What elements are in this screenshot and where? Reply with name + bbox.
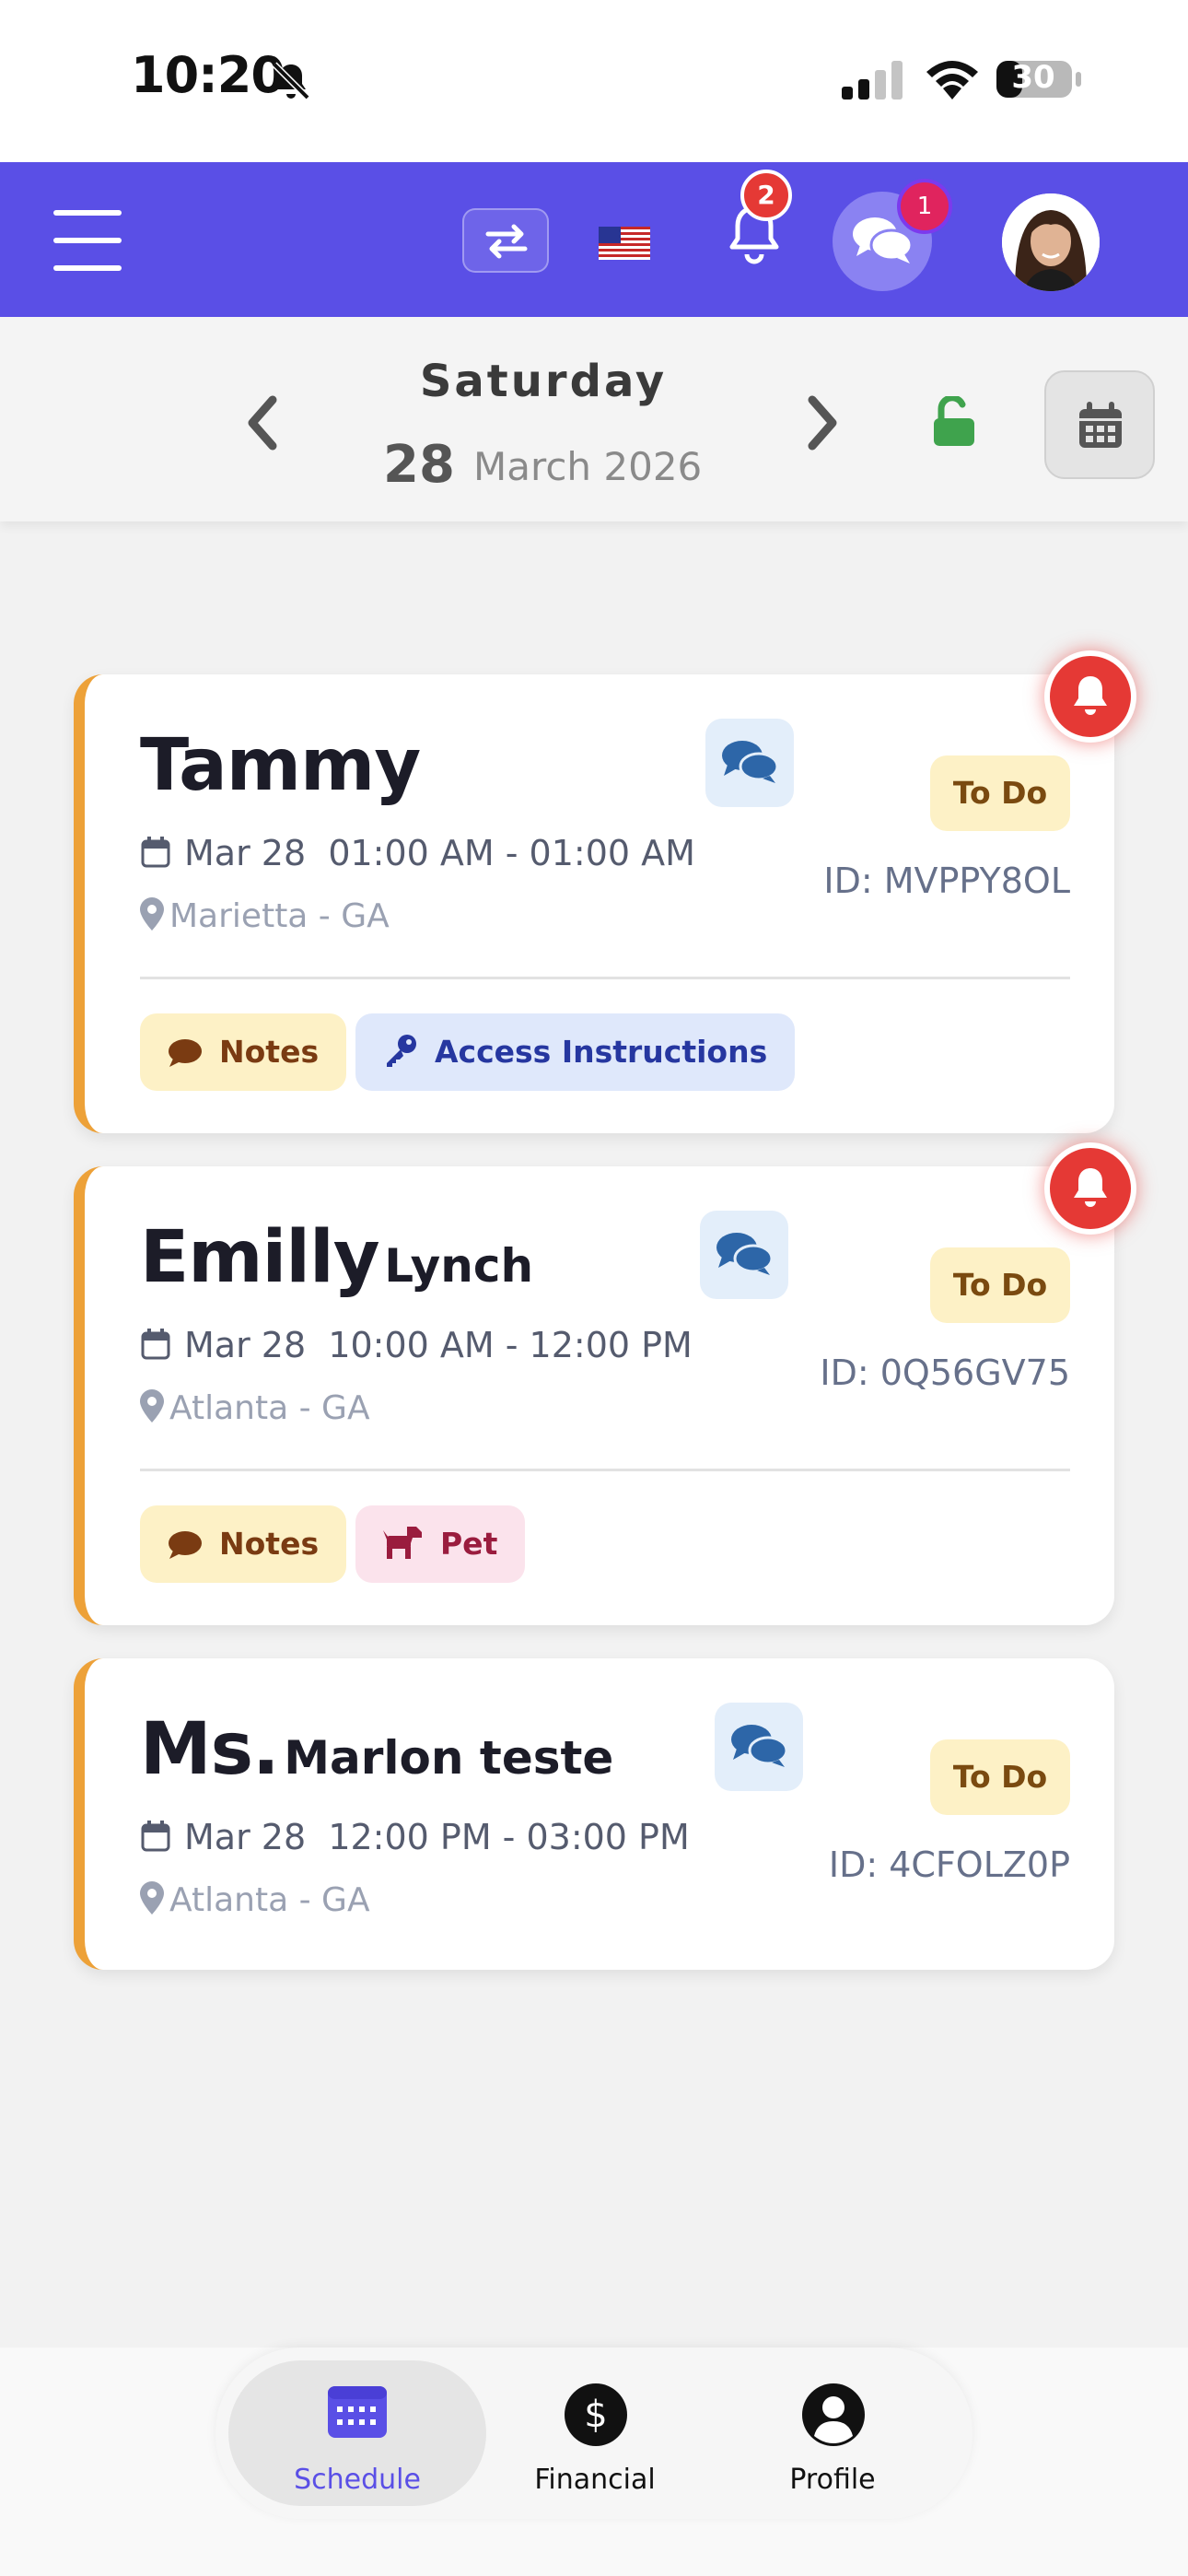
location-text: Marietta - GA [169, 897, 390, 935]
chevron-right-icon[interactable] [803, 391, 844, 455]
alert-bell-button[interactable] [1044, 650, 1136, 743]
location-text: Atlanta - GA [169, 1389, 370, 1427]
swap-icon [485, 224, 528, 259]
month-year: March 2026 [473, 444, 703, 489]
nav-profile[interactable]: Profile [704, 2360, 961, 2506]
alert-bell-button[interactable] [1044, 1142, 1136, 1235]
comment-icon [722, 741, 779, 783]
appointment-date: Mar 28 [184, 1325, 307, 1365]
map-pin-icon [140, 897, 164, 931]
date-navigator: Saturday 28 March 2026 [0, 317, 1188, 521]
wifi-icon [926, 61, 978, 100]
chevron-left-icon[interactable] [241, 391, 282, 455]
message-badge: 1 [897, 179, 952, 234]
client-name: Emilly Lynch [140, 1216, 533, 1299]
calendar-button[interactable] [1044, 370, 1155, 479]
day-number: 28 [383, 435, 455, 495]
appointment-id: ID: MVPPY8OL [823, 861, 1070, 901]
user-icon [802, 2383, 865, 2446]
client-last-name: Lynch [384, 1239, 534, 1293]
dog-icon [383, 1527, 422, 1559]
client-name: Ms. Marlon teste [140, 1708, 613, 1791]
bell-icon [1074, 1168, 1107, 1207]
calendar-icon [141, 1329, 170, 1360]
card-divider [140, 1469, 1070, 1471]
appointment-location: Atlanta - GA [140, 1881, 370, 1919]
bell-icon [1074, 676, 1107, 715]
us-flag-icon[interactable] [599, 227, 650, 260]
bell-slash-icon [272, 62, 310, 100]
appointment-date: Mar 28 [184, 833, 307, 873]
nav-profile-label: Profile [789, 2464, 876, 2496]
appointment-id: ID: 4CFOLZ0P [828, 1844, 1070, 1885]
appointment-chat-button[interactable] [700, 1211, 788, 1299]
nav-financial[interactable]: $ Financial [466, 2360, 724, 2506]
day-name: Saturday [419, 356, 668, 407]
access-chip-label: Access Instructions [435, 1034, 768, 1070]
comment-icon [731, 1725, 788, 1767]
status-bar: 10:20 30 [0, 0, 1188, 162]
appointment-datetime: Mar 28 10:00 AM - 12:00 PM [140, 1325, 693, 1365]
calendar-icon [328, 2386, 387, 2438]
access-instructions-chip[interactable]: Access Instructions [355, 1013, 796, 1091]
avatar[interactable] [1002, 193, 1100, 291]
client-first-name: Emilly [140, 1216, 380, 1299]
appointment-chat-button[interactable] [715, 1703, 803, 1791]
svg-text:$: $ [584, 2394, 607, 2436]
client-first-name: Ms. [140, 1708, 280, 1791]
status-badge: To Do [930, 755, 1070, 831]
bottom-nav: Schedule $ Financial Profile [215, 2348, 973, 2519]
calendar-icon [141, 837, 170, 868]
app-header: 2 1 [0, 162, 1188, 317]
status-badge: To Do [930, 1247, 1070, 1323]
status-badge: To Do [930, 1739, 1070, 1815]
appointment-time: 12:00 PM - 03:00 PM [328, 1817, 690, 1857]
client-name: Tammy [140, 724, 421, 807]
appointment-location: Atlanta - GA [140, 1389, 370, 1427]
calendar-icon [1079, 402, 1122, 448]
status-time: 10:20 [131, 46, 285, 104]
swap-button[interactable] [462, 208, 549, 273]
appointment-chat-button[interactable] [705, 719, 794, 807]
appointment-id: ID: 0Q56GV75 [820, 1352, 1070, 1393]
calendar-icon [141, 1821, 170, 1852]
appointment-card[interactable]: Tammy To Do Mar 28 01:00 AM - 01:00 AM I… [74, 674, 1114, 1133]
notification-badge: 2 [740, 170, 792, 221]
client-first-name: Tammy [140, 724, 421, 807]
appointment-card[interactable]: Emilly Lynch To Do Mar 28 10:00 AM - 12:… [74, 1166, 1114, 1625]
appointment-location: Marietta - GA [140, 897, 390, 935]
key-icon [387, 1035, 416, 1067]
map-pin-icon [140, 1389, 164, 1423]
signal-icon [842, 61, 903, 100]
nav-schedule[interactable]: Schedule [228, 2360, 486, 2506]
nav-schedule-label: Schedule [294, 2464, 421, 2496]
nav-financial-label: Financial [534, 2464, 656, 2496]
appointment-time: 10:00 AM - 12:00 PM [328, 1325, 693, 1365]
map-pin-icon [140, 1881, 164, 1914]
unlock-icon[interactable] [930, 396, 978, 448]
appointment-time: 01:00 AM - 01:00 AM [328, 833, 695, 873]
pet-chip[interactable]: Pet [355, 1505, 526, 1583]
dollar-icon: $ [565, 2383, 627, 2446]
comment-icon [716, 1233, 774, 1275]
menu-icon[interactable] [53, 210, 122, 273]
client-last-name: Marlon teste [284, 1731, 614, 1785]
notes-chip[interactable]: Notes [140, 1013, 347, 1091]
location-text: Atlanta - GA [169, 1881, 370, 1919]
pet-chip-label: Pet [440, 1526, 498, 1562]
comment-icon [169, 1039, 202, 1067]
comment-icon [169, 1531, 202, 1559]
card-divider [140, 977, 1070, 979]
appointment-date: Mar 28 [184, 1817, 307, 1857]
notes-chip[interactable]: Notes [140, 1505, 347, 1583]
appointment-card[interactable]: Ms. Marlon teste To Do Mar 28 12:00 PM -… [74, 1658, 1114, 1970]
battery-level: 30 [1011, 59, 1055, 96]
notes-chip-label: Notes [219, 1526, 320, 1562]
appointment-datetime: Mar 28 12:00 PM - 03:00 PM [140, 1817, 690, 1857]
appointment-datetime: Mar 28 01:00 AM - 01:00 AM [140, 833, 695, 873]
notes-chip-label: Notes [219, 1034, 320, 1070]
